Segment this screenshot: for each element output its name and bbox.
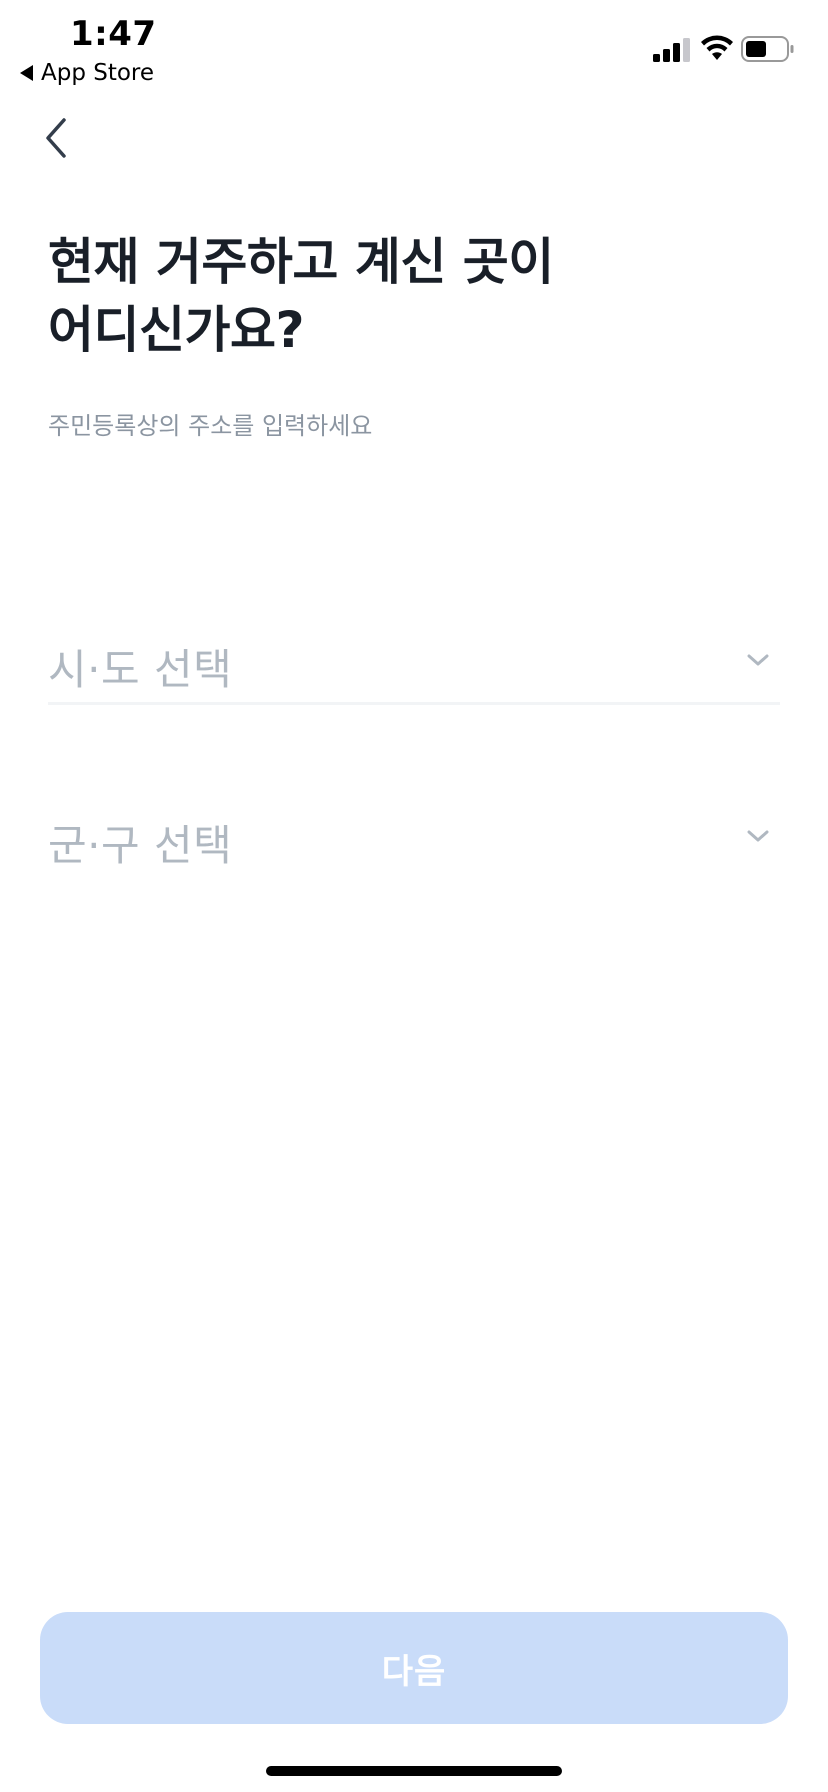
status-bar: 1:47 App Store [0,0,828,90]
status-time: 1:47 [70,14,157,54]
district-select[interactable]: 군·구 선택 [48,804,780,874]
page-title: 현재 거주하고 계신 곳이 어디신가요? [48,233,554,359]
next-button[interactable]: 다음 [40,1612,788,1724]
city-select[interactable]: 시·도 선택 [48,628,780,698]
back-to-app-label: App Store [41,60,155,86]
city-select-underline [48,702,780,705]
district-select-label: 군·구 선택 [48,821,233,870]
signal-icon [653,38,690,62]
next-button-label: 다음 [381,1652,447,1691]
battery-icon [741,36,794,62]
chevron-left-icon[interactable] [38,114,74,162]
home-indicator [266,1766,562,1776]
chevron-down-icon [747,830,769,842]
city-select-label: 시·도 선택 [48,645,233,694]
back-to-app-link[interactable]: App Store [20,60,154,86]
wifi-icon [701,35,733,60]
back-triangle-icon [20,65,33,81]
chevron-down-icon [747,654,769,666]
page-subtitle: 주민등록상의 주소를 입력하세요 [48,412,373,440]
